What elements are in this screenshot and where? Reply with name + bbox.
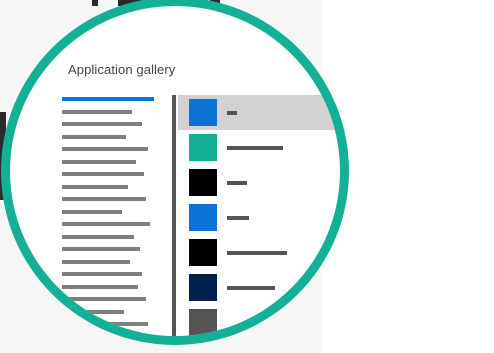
app-row[interactable] xyxy=(178,305,340,336)
screenshot-frame: Application gallery xyxy=(0,0,494,353)
category-item[interactable] xyxy=(62,134,126,139)
category-item[interactable] xyxy=(62,272,142,276)
category-item[interactable] xyxy=(62,209,122,214)
category-item[interactable] xyxy=(62,222,150,226)
app-row[interactable] xyxy=(178,270,340,305)
category-item[interactable] xyxy=(62,184,128,189)
app-tile-icon xyxy=(189,204,217,231)
background-panel xyxy=(322,0,494,353)
app-name-placeholder xyxy=(227,146,283,150)
category-item[interactable] xyxy=(62,334,136,336)
app-row-selected[interactable] xyxy=(178,95,340,130)
app-row[interactable] xyxy=(178,165,340,200)
window-title: Application gallery xyxy=(68,62,176,77)
app-name-placeholder xyxy=(227,181,247,185)
app-tile-icon xyxy=(189,169,217,196)
app-name-placeholder xyxy=(227,111,237,115)
left-edge-fragment xyxy=(0,112,6,200)
category-item-selected[interactable] xyxy=(62,97,154,101)
category-item[interactable] xyxy=(62,309,124,314)
panel-divider xyxy=(172,95,176,336)
app-tile-icon xyxy=(189,309,217,336)
app-name-placeholder xyxy=(227,216,249,220)
category-item[interactable] xyxy=(62,259,130,264)
category-item[interactable] xyxy=(62,197,146,201)
category-item[interactable] xyxy=(62,297,146,301)
app-tile-icon xyxy=(189,99,217,126)
category-item[interactable] xyxy=(62,159,136,164)
category-item[interactable] xyxy=(62,147,148,151)
magnifier-lens: Application gallery xyxy=(10,6,340,336)
magnified-gallery-window: Application gallery xyxy=(10,6,340,336)
app-row[interactable] xyxy=(178,130,340,165)
app-name-placeholder xyxy=(227,251,287,255)
category-item[interactable] xyxy=(62,234,134,239)
application-list xyxy=(178,95,340,336)
category-item[interactable] xyxy=(62,284,138,289)
category-item[interactable] xyxy=(62,172,144,176)
app-tile-icon xyxy=(189,274,217,301)
app-row[interactable] xyxy=(178,200,340,235)
category-item[interactable] xyxy=(62,122,142,126)
app-tile-icon xyxy=(189,239,217,266)
category-item[interactable] xyxy=(62,322,148,326)
category-list xyxy=(62,97,162,336)
app-row[interactable] xyxy=(178,235,340,270)
app-tile-icon xyxy=(189,134,217,161)
category-item[interactable] xyxy=(62,247,140,251)
category-item[interactable] xyxy=(62,109,132,114)
app-name-placeholder xyxy=(227,286,275,290)
